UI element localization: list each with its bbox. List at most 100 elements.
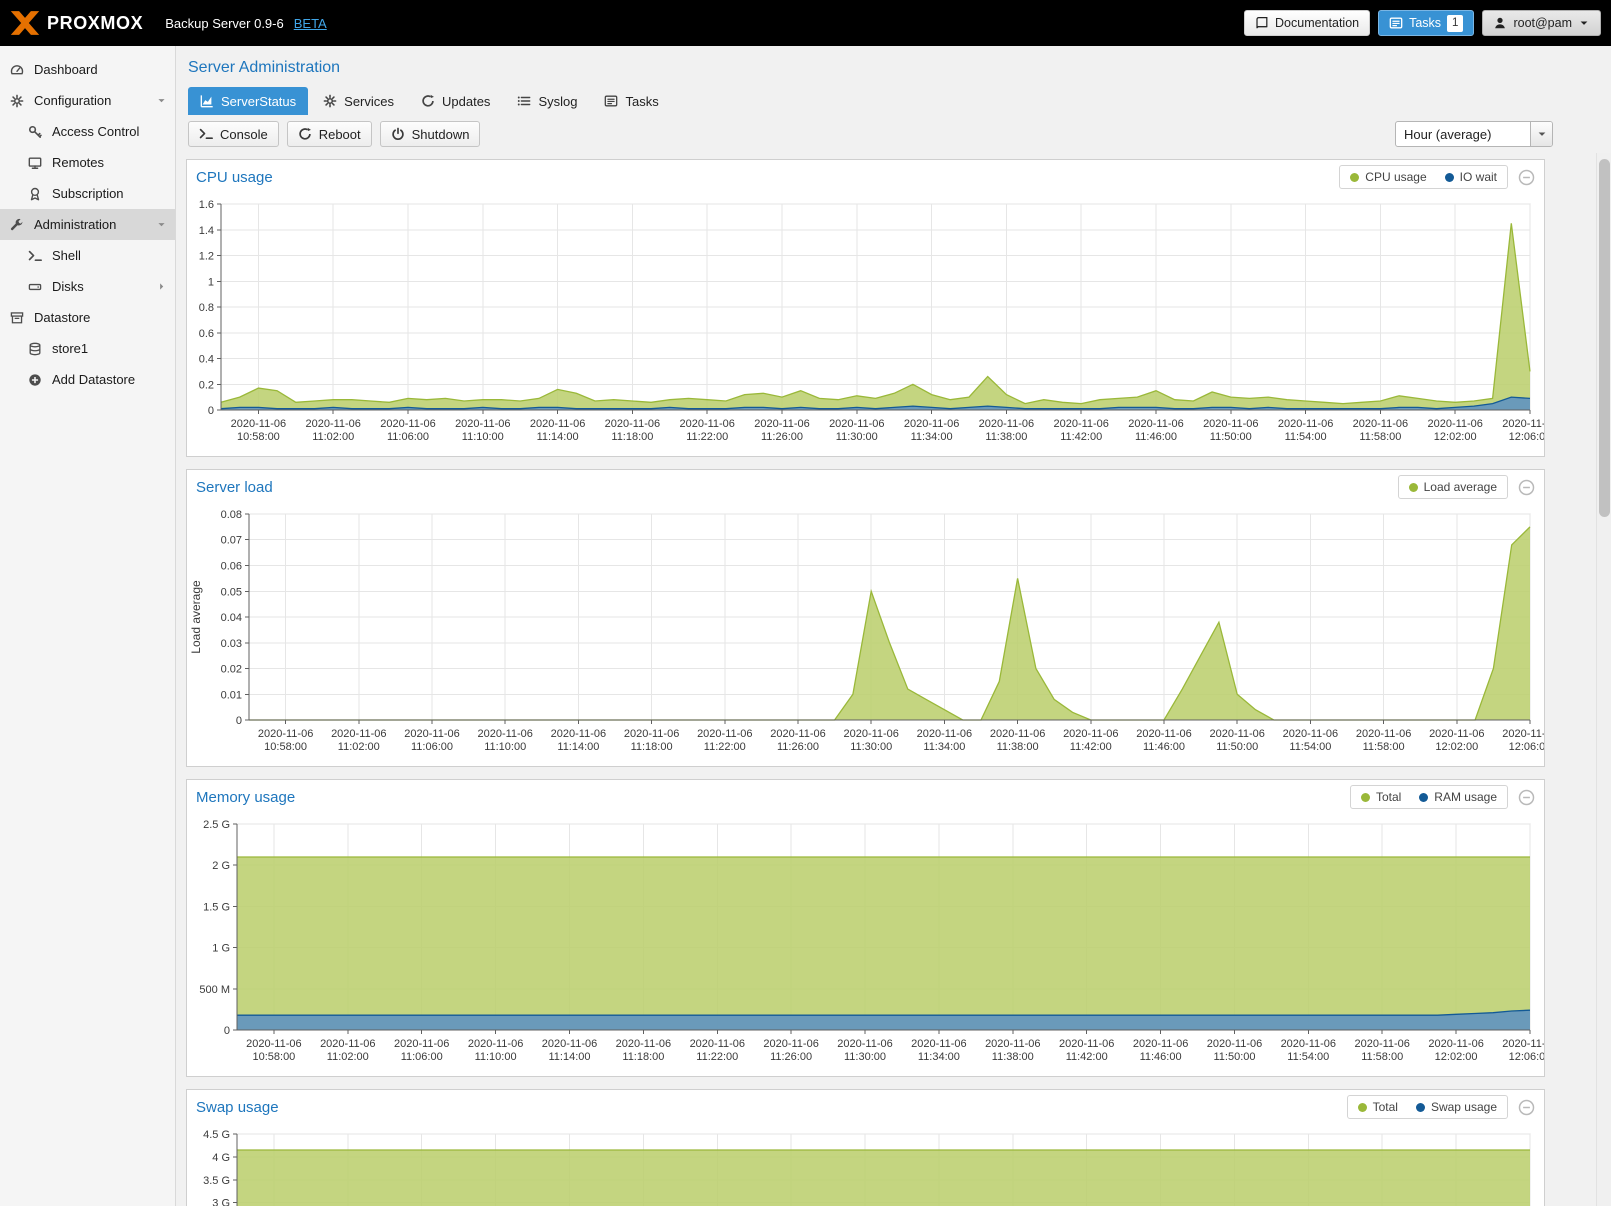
sidebar-item-configuration[interactable]: Configuration [0, 85, 175, 116]
svg-text:11:14:00: 11:14:00 [537, 431, 579, 443]
svg-text:11:54:00: 11:54:00 [1289, 741, 1331, 753]
sidebar-item-remotes[interactable]: Remotes [0, 147, 175, 178]
legend-item-total[interactable]: Total [1361, 790, 1401, 804]
svg-text:11:38:00: 11:38:00 [985, 431, 1027, 443]
caret-down-icon[interactable] [1530, 122, 1552, 146]
toolbar-buttons: Console Reboot Shutdown [188, 121, 480, 147]
legend-item-total[interactable]: Total [1358, 1100, 1398, 1114]
panel-header: CPU usageCPU usageIO wait [187, 160, 1544, 194]
toolbar: Console Reboot Shutdown Hour (average) [176, 115, 1611, 153]
svg-text:2020-11-06: 2020-11-06 [1281, 1038, 1336, 1050]
svg-text:2020-11-06: 2020-11-06 [1356, 728, 1411, 740]
tab-services[interactable]: Services [311, 87, 406, 115]
svg-text:11:42:00: 11:42:00 [1066, 1051, 1108, 1063]
svg-text:2020-11-06: 2020-11-06 [1128, 418, 1183, 430]
legend-dot [1445, 173, 1454, 182]
sidebar-item-label: Add Datastore [52, 372, 135, 387]
caret-right-icon[interactable] [156, 281, 167, 292]
timeframe-select[interactable]: Hour (average) [1395, 121, 1553, 147]
svg-text:12:02:00: 12:02:00 [1434, 431, 1477, 443]
legend-item-load-average[interactable]: Load average [1409, 480, 1497, 494]
chart-area: 2020-11-0610:58:002020-11-0611:02:002020… [187, 504, 1544, 766]
svg-text:2020-11-06: 2020-11-06 [394, 1038, 449, 1050]
legend-dot [1419, 793, 1428, 802]
legend-item-cpu-usage[interactable]: CPU usage [1350, 170, 1426, 184]
svg-text:11:22:00: 11:22:00 [686, 431, 728, 443]
svg-text:2020-11-06: 2020-11-06 [763, 1038, 818, 1050]
svg-text:0: 0 [236, 715, 242, 727]
svg-text:11:50:00: 11:50:00 [1210, 431, 1252, 443]
sidebar-item-dashboard[interactable]: Dashboard [0, 54, 175, 85]
caret-down-icon[interactable] [156, 95, 167, 106]
svg-text:2020-11-06: 2020-11-06 [404, 728, 459, 740]
svg-text:2020-11-06: 2020-11-06 [985, 1038, 1040, 1050]
tab-serverstatus[interactable]: ServerStatus [188, 87, 308, 115]
sidebar-item-disks[interactable]: Disks [0, 271, 175, 302]
tab-updates[interactable]: Updates [409, 87, 502, 115]
sidebar-item-label: Dashboard [34, 62, 98, 77]
legend-item-ram-usage[interactable]: RAM usage [1419, 790, 1497, 804]
sidebar-item-store1[interactable]: store1 [0, 333, 175, 364]
chart-legend: Total RAM usage [1350, 785, 1508, 809]
svg-text:2020-11-06: 2020-11-06 [1053, 418, 1108, 430]
svg-text:2020-11-06: 2020-11-06 [468, 1038, 523, 1050]
svg-text:4.5 G: 4.5 G [203, 1129, 230, 1141]
svg-text:2020-11-06: 2020-11-06 [258, 728, 313, 740]
sidebar-item-label: Remotes [52, 155, 104, 170]
brand-text: PROXMOX [47, 13, 143, 34]
svg-text:11:10:00: 11:10:00 [475, 1051, 517, 1063]
main-area: Server Administration ServerStatusServic… [176, 46, 1611, 1206]
tab-tasks[interactable]: Tasks [592, 87, 670, 115]
svg-text:0.07: 0.07 [221, 535, 242, 547]
svg-text:2020-11-06: 2020-11-06 [690, 1038, 745, 1050]
console-button[interactable]: Console [188, 121, 279, 147]
page-title: Server Administration [176, 46, 1611, 87]
svg-text:2020-11-06: 2020-11-06 [1063, 728, 1118, 740]
tasks-button[interactable]: Tasks 1 [1378, 10, 1474, 36]
svg-text:3.5 G: 3.5 G [203, 1175, 230, 1187]
caret-down-icon[interactable] [156, 219, 167, 230]
vertical-scrollbar[interactable] [1596, 153, 1611, 1206]
legend-dot [1416, 1103, 1425, 1112]
shutdown-button[interactable]: Shutdown [380, 121, 481, 147]
topbar-actions: Documentation Tasks 1 root@pam [1244, 10, 1601, 36]
svg-text:2020-11-06: 2020-11-06 [380, 418, 435, 430]
sidebar-item-shell[interactable]: Shell [0, 240, 175, 271]
sidebar-item-label: Datastore [34, 310, 90, 325]
legend-item-swap-usage[interactable]: Swap usage [1416, 1100, 1497, 1114]
svg-text:12:06:00: 12:06:00 [1509, 741, 1544, 753]
svg-text:10:58:00: 10:58:00 [264, 741, 307, 753]
svg-text:11:46:00: 11:46:00 [1135, 431, 1177, 443]
scrollbar-thumb[interactable] [1599, 159, 1610, 517]
svg-text:11:54:00: 11:54:00 [1287, 1051, 1329, 1063]
svg-text:0.02: 0.02 [221, 664, 242, 676]
svg-text:0.6: 0.6 [199, 328, 214, 340]
svg-text:2020-11-06: 2020-11-06 [1278, 418, 1333, 430]
svg-text:11:02:00: 11:02:00 [312, 431, 354, 443]
gears-icon [8, 94, 26, 108]
svg-text:500 M: 500 M [199, 984, 230, 996]
svg-text:11:06:00: 11:06:00 [387, 431, 429, 443]
sidebar-item-label: store1 [52, 341, 88, 356]
reboot-button[interactable]: Reboot [287, 121, 372, 147]
collapse-panel-icon[interactable] [1518, 789, 1535, 806]
user-menu-button[interactable]: root@pam [1482, 10, 1601, 36]
sidebar-item-administration[interactable]: Administration [0, 209, 175, 240]
collapse-panel-icon[interactable] [1518, 479, 1535, 496]
sidebar-item-label: Administration [34, 217, 116, 232]
sidebar-item-subscription[interactable]: Subscription [0, 178, 175, 209]
svg-text:11:50:00: 11:50:00 [1216, 741, 1258, 753]
tab-syslog[interactable]: Syslog [505, 87, 589, 115]
documentation-button[interactable]: Documentation [1244, 10, 1370, 36]
svg-text:2020-11-06: 2020-11-06 [1209, 728, 1264, 740]
beta-link[interactable]: BETA [294, 16, 327, 31]
svg-text:2020-11-06: 2020-11-06 [917, 728, 972, 740]
legend-item-io-wait[interactable]: IO wait [1445, 170, 1497, 184]
sidebar-item-access-control[interactable]: Access Control [0, 116, 175, 147]
sidebar-item-datastore[interactable]: Datastore [0, 302, 175, 333]
sidebar-item-add-datastore[interactable]: Add Datastore [0, 364, 175, 395]
tasks-badge: 1 [1447, 15, 1463, 32]
collapse-panel-icon[interactable] [1518, 1099, 1535, 1116]
collapse-panel-icon[interactable] [1518, 169, 1535, 186]
svg-text:2020-11-06: 2020-11-06 [1059, 1038, 1114, 1050]
